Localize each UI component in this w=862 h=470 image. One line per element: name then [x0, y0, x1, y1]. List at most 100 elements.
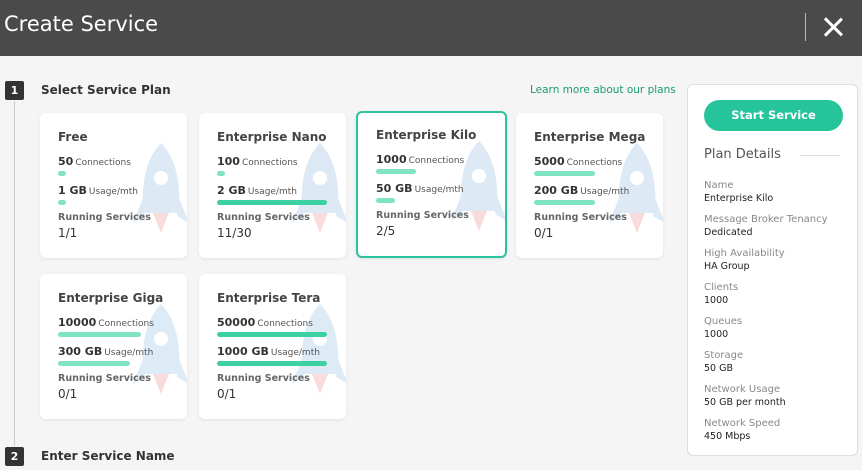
storage-bar-fill	[217, 361, 327, 366]
detail-value: 1000	[704, 295, 729, 306]
connections-unit: Connections	[98, 319, 154, 329]
storage-unit: Usage/mth	[104, 348, 154, 358]
storage-value: 2 GB	[217, 184, 246, 197]
header-divider	[805, 13, 806, 41]
plan-card[interactable]: Enterprise Giga 10000 Connections 300 GB Usa…	[40, 274, 187, 419]
storage-unit: Usage/mth	[414, 185, 464, 195]
storage-value: 50 GB	[376, 182, 413, 195]
plan-details-panel: Start Service Plan Details Name Enterpris…	[687, 84, 858, 456]
storage-value: 300 GB	[58, 345, 103, 358]
storage-value: 1000 GB	[217, 345, 269, 358]
connections-bar	[534, 171, 644, 176]
plan-details-title: Plan Details	[704, 147, 781, 162]
storage-bar-fill	[376, 198, 395, 203]
step-connector	[14, 101, 15, 446]
connections-bar	[58, 332, 168, 337]
detail-key: Network Usage	[704, 384, 781, 395]
connections-bar	[58, 171, 168, 176]
connections-bar-fill	[376, 169, 416, 174]
running-services-value: 1/1	[58, 226, 78, 240]
plan-detail-item: Name Enterprise Kilo	[704, 179, 773, 205]
storage-value: 200 GB	[534, 184, 579, 197]
dialog-header: Create Service	[0, 0, 862, 56]
connections-bar	[376, 169, 486, 174]
connections-unit: Connections	[566, 158, 623, 168]
connections-value: 5000	[534, 155, 565, 168]
plan-detail-item: High Availability HA Group	[704, 247, 785, 273]
plan-name: Enterprise Tera	[217, 291, 321, 305]
detail-key: Name	[704, 180, 734, 191]
connections-unit: Connections	[241, 158, 298, 168]
plan-detail-item: Storage 50 GB	[704, 349, 743, 375]
running-services-value: 0/1	[217, 387, 237, 401]
running-services-label: Running Services	[217, 212, 310, 223]
storage-bar-fill	[534, 200, 595, 205]
storage-unit: Usage/mth	[88, 187, 138, 197]
connections-value: 100	[217, 155, 240, 168]
plan-storage: 200 GB Usage/mth	[534, 184, 629, 197]
plan-card[interactable]: Enterprise Kilo 1000 Connections 50 GB Usage…	[356, 111, 507, 258]
running-services-value: 11/30	[217, 226, 252, 240]
detail-value: HA Group	[704, 261, 750, 272]
running-services-label: Running Services	[58, 373, 151, 384]
connections-value: 1000	[376, 153, 407, 166]
detail-value: Enterprise Kilo	[704, 193, 774, 204]
plan-card[interactable]: Enterprise Tera 50000 Connections 1000 GB Us…	[199, 274, 346, 419]
detail-key: Network Speed	[704, 418, 781, 429]
plan-storage: 1000 GB Usage/mth	[217, 345, 320, 358]
storage-bar-fill	[58, 361, 130, 366]
detail-key: Storage	[704, 350, 744, 361]
start-service-button[interactable]: Start Service	[704, 100, 843, 131]
plan-detail-item: Network Speed 450 Mbps	[704, 417, 780, 443]
detail-value: 1000	[704, 329, 729, 340]
plan-connections: 100 Connections	[217, 155, 298, 168]
detail-key: Queues	[704, 316, 743, 327]
detail-key: Message Broker Tenancy	[704, 214, 828, 225]
storage-bar-fill	[58, 200, 66, 205]
storage-bar	[217, 200, 327, 205]
plan-storage: 2 GB Usage/mth	[217, 184, 297, 197]
connections-bar-fill	[534, 171, 595, 176]
running-services-label: Running Services	[534, 212, 627, 223]
storage-unit: Usage/mth	[580, 187, 630, 197]
plan-connections: 1000 Connections	[376, 153, 464, 166]
connections-unit: Connections	[75, 158, 131, 168]
running-services-value: 0/1	[58, 387, 78, 401]
running-services-label: Running Services	[376, 210, 469, 221]
plan-storage: 50 GB Usage/mth	[376, 182, 464, 195]
plan-name: Enterprise Nano	[217, 130, 327, 144]
learn-more-link[interactable]: Learn more about our plans	[530, 84, 676, 96]
step-2-label: Enter Service Name	[41, 449, 175, 463]
connections-value: 50	[58, 155, 74, 168]
connections-bar	[217, 171, 327, 176]
rocket-icon	[290, 138, 346, 238]
plan-card[interactable]: Enterprise Mega 5000 Connections 200 GB Usag…	[516, 113, 663, 258]
plan-connections: 5000 Connections	[534, 155, 622, 168]
plan-name: Free	[58, 130, 88, 144]
plan-connections: 50 Connections	[58, 155, 131, 168]
plan-detail-item: Clients 1000	[704, 281, 738, 307]
plan-detail-item: Queues 1000	[704, 315, 742, 341]
detail-key: Clients	[704, 282, 739, 293]
plan-name: Enterprise Giga	[58, 291, 164, 305]
plan-name: Enterprise Kilo	[376, 128, 477, 142]
step-2-number: 2	[5, 447, 24, 466]
plan-card[interactable]: Enterprise Nano 100 Connections 2 GB Usage/m…	[199, 113, 346, 258]
storage-bar	[217, 361, 327, 366]
close-icon[interactable]	[818, 12, 848, 42]
plan-details-divider	[800, 155, 840, 156]
detail-value: 50 GB	[704, 363, 733, 374]
connections-bar-fill	[58, 332, 141, 337]
plan-card[interactable]: Free 50 Connections 1 GB Usage/mth Running Se…	[40, 113, 187, 258]
connections-bar-fill	[217, 171, 225, 176]
connections-unit: Connections	[408, 156, 465, 166]
running-services-label: Running Services	[58, 212, 151, 223]
storage-value: 1 GB	[58, 184, 87, 197]
plan-connections: 50000 Connections	[217, 316, 313, 329]
storage-bar-fill	[217, 200, 327, 205]
connections-value: 50000	[217, 316, 256, 329]
detail-value: 450 Mbps	[704, 431, 751, 442]
storage-unit: Usage/mth	[270, 348, 320, 358]
running-services-label: Running Services	[217, 373, 310, 384]
running-services-value: 2/5	[376, 224, 396, 238]
